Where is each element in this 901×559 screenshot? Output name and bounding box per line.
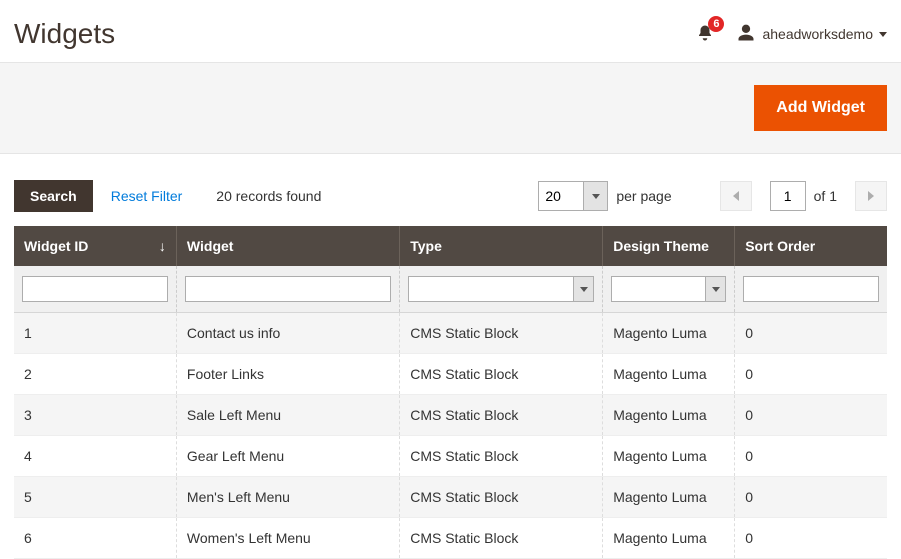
notification-badge: 6 [708, 16, 724, 32]
table-row[interactable]: 1Contact us infoCMS Static BlockMagento … [14, 313, 887, 354]
cell-type: CMS Static Block [400, 354, 603, 395]
cell-sort: 0 [735, 518, 887, 559]
action-bar: Add Widget [0, 62, 901, 154]
cell-theme: Magento Luma [603, 518, 735, 559]
table-row[interactable]: 4Gear Left MenuCMS Static BlockMagento L… [14, 436, 887, 477]
prev-page-button[interactable] [720, 181, 752, 211]
page-title: Widgets [14, 18, 115, 50]
cell-type: CMS Static Block [400, 313, 603, 354]
chevron-right-icon [868, 191, 874, 201]
cell-sort: 0 [735, 477, 887, 518]
widgets-table: Widget ID ↓ Widget Type Design Theme Sor… [14, 226, 887, 559]
cell-widget: Men's Left Menu [176, 477, 399, 518]
cell-sort: 0 [735, 354, 887, 395]
cell-widget: Contact us info [176, 313, 399, 354]
column-header-widget[interactable]: Widget [176, 226, 399, 266]
cell-sort: 0 [735, 313, 887, 354]
records-found-label: 20 records found [216, 188, 321, 204]
cell-theme: Magento Luma [603, 477, 735, 518]
avatar-icon [736, 23, 756, 46]
table-row[interactable]: 5Men's Left MenuCMS Static BlockMagento … [14, 477, 887, 518]
filter-type-select[interactable] [408, 276, 594, 302]
reset-filter-link[interactable]: Reset Filter [111, 188, 183, 204]
sort-descending-icon: ↓ [159, 238, 166, 254]
chevron-down-icon[interactable] [583, 182, 607, 210]
next-page-button[interactable] [855, 181, 887, 211]
cell-id: 3 [14, 395, 176, 436]
cell-theme: Magento Luma [603, 354, 735, 395]
cell-theme: Magento Luma [603, 436, 735, 477]
filter-widget-id-input[interactable] [22, 276, 168, 302]
cell-widget: Footer Links [176, 354, 399, 395]
chevron-down-icon [705, 277, 725, 301]
cell-sort: 0 [735, 395, 887, 436]
table-row[interactable]: 2Footer LinksCMS Static BlockMagento Lum… [14, 354, 887, 395]
column-header-sort-order[interactable]: Sort Order [735, 226, 887, 266]
table-row[interactable]: 6Women's Left MenuCMS Static BlockMagent… [14, 518, 887, 559]
cell-id: 5 [14, 477, 176, 518]
page-of-label: of 1 [814, 188, 837, 204]
notifications-button[interactable]: 6 [696, 23, 714, 46]
cell-type: CMS Static Block [400, 518, 603, 559]
cell-theme: Magento Luma [603, 313, 735, 354]
cell-theme: Magento Luma [603, 395, 735, 436]
cell-id: 2 [14, 354, 176, 395]
cell-id: 6 [14, 518, 176, 559]
cell-id: 1 [14, 313, 176, 354]
cell-type: CMS Static Block [400, 395, 603, 436]
cell-type: CMS Static Block [400, 436, 603, 477]
table-row[interactable]: 3Sale Left MenuCMS Static BlockMagento L… [14, 395, 887, 436]
page-header: Widgets 6 aheadworksdemo [0, 0, 901, 62]
user-name: aheadworksdemo [762, 26, 873, 42]
column-header-widget-id[interactable]: Widget ID ↓ [14, 226, 176, 266]
cell-widget: Gear Left Menu [176, 436, 399, 477]
user-menu[interactable]: aheadworksdemo [736, 23, 887, 46]
current-page-input[interactable] [770, 181, 806, 211]
cell-widget: Sale Left Menu [176, 395, 399, 436]
grid-toolbar: Search Reset Filter 20 records found per… [0, 154, 901, 226]
filter-design-theme-select[interactable] [611, 276, 726, 302]
column-header-type[interactable]: Type [400, 226, 603, 266]
bell-icon [696, 30, 714, 46]
cell-id: 4 [14, 436, 176, 477]
chevron-left-icon [733, 191, 739, 201]
page-size-input[interactable] [539, 182, 583, 210]
filter-row [14, 266, 887, 313]
per-page-label: per page [616, 188, 671, 204]
search-button[interactable]: Search [14, 180, 93, 212]
filter-sort-order-input[interactable] [743, 276, 879, 302]
column-header-design-theme[interactable]: Design Theme [603, 226, 735, 266]
cell-sort: 0 [735, 436, 887, 477]
chevron-down-icon [879, 32, 887, 37]
filter-widget-input[interactable] [185, 276, 391, 302]
page-size-select[interactable] [538, 181, 608, 211]
add-widget-button[interactable]: Add Widget [754, 85, 887, 131]
cell-type: CMS Static Block [400, 477, 603, 518]
cell-widget: Women's Left Menu [176, 518, 399, 559]
chevron-down-icon [573, 277, 593, 301]
